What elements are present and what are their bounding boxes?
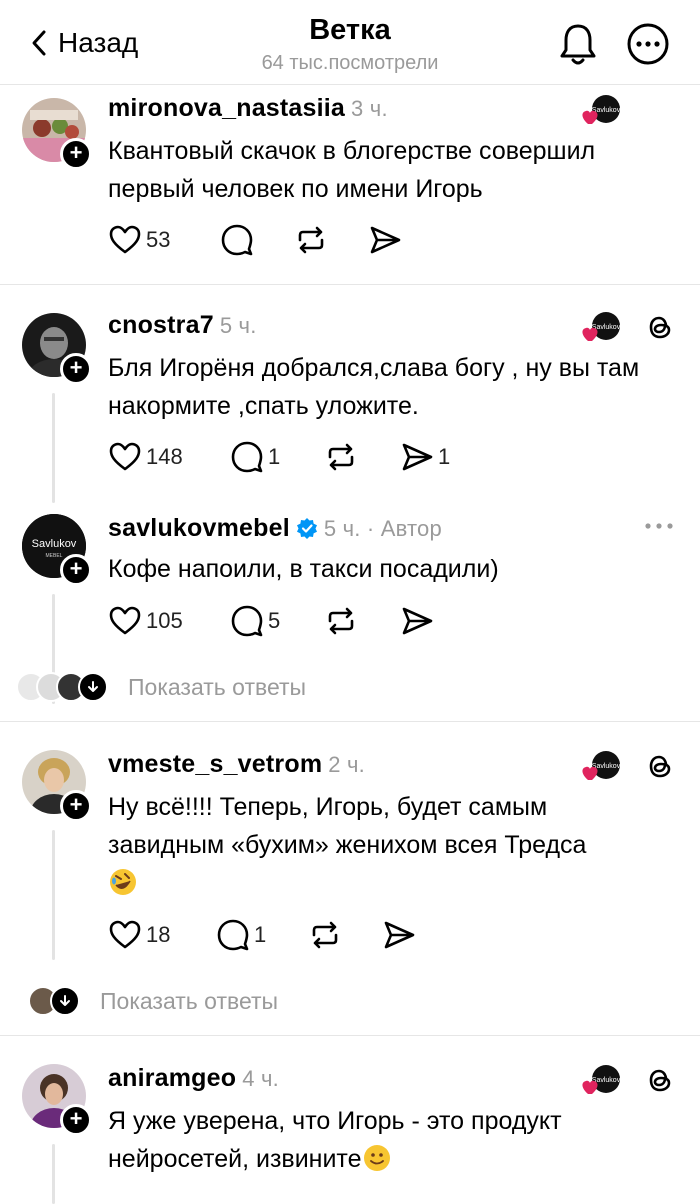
heart-badge-icon: Savlukov bbox=[582, 95, 621, 124]
thread-line bbox=[52, 830, 55, 960]
like-button[interactable]: 18 bbox=[108, 918, 170, 952]
post-aniramgeo: + aniramgeo 4 ч. Savlukov Я уже уверена, … bbox=[0, 1036, 700, 1204]
like-button[interactable]: 53 bbox=[108, 223, 170, 257]
share-button[interactable] bbox=[382, 918, 416, 952]
username[interactable]: savlukovmebel 5 ч. · Автор bbox=[108, 514, 442, 543]
post-savlukovmebel: Savlukov MEBEL + savlukovmebel 5 ч. · Авт… bbox=[0, 500, 700, 720]
username[interactable]: cnostra7 5 ч. bbox=[108, 311, 257, 340]
repost-button[interactable] bbox=[308, 918, 342, 952]
post-time: 5 ч. bbox=[219, 313, 257, 338]
arrow-down-icon bbox=[50, 986, 80, 1016]
share-icon bbox=[384, 921, 415, 949]
avatar-logo-subtext: MEBEL bbox=[46, 553, 63, 559]
reply-button[interactable]: 5 bbox=[230, 604, 280, 638]
post-time: 5 ч. · Автор bbox=[323, 516, 442, 541]
like-count: 18 bbox=[146, 922, 171, 947]
reply-button[interactable]: 1 bbox=[216, 918, 266, 952]
reply-icon bbox=[231, 441, 263, 473]
post-cnostra7: + cnostra7 5 ч. Savlukov Бля Игорёня добр… bbox=[0, 285, 700, 503]
follow-plus-button[interactable]: + bbox=[60, 790, 92, 822]
like-count: 105 bbox=[146, 608, 183, 633]
repost-icon bbox=[328, 443, 354, 471]
reply-count: 1 bbox=[254, 922, 267, 947]
reply-icon bbox=[217, 919, 249, 951]
repost-icon bbox=[298, 226, 324, 254]
username[interactable]: mironova_nastasiia 3 ч. bbox=[108, 94, 388, 123]
more-options-icon[interactable] bbox=[642, 520, 676, 532]
share-button[interactable] bbox=[400, 604, 434, 638]
share-icon bbox=[370, 226, 401, 254]
post-time: 4 ч. bbox=[242, 1066, 279, 1091]
post-vmeste-s-vetrom: + vmeste_s_vetrom 2 ч. Savlukov Ну всё!!!… bbox=[0, 722, 700, 1034]
rofl-emoji-icon bbox=[110, 869, 136, 895]
reply-count: 5 bbox=[268, 608, 281, 633]
threads-icon[interactable] bbox=[644, 750, 676, 782]
like-button[interactable]: 105 bbox=[108, 604, 183, 638]
post-text: Я уже уверена, что Игорь - это продукт н… bbox=[108, 1107, 562, 1173]
heart-badge-icon: Savlukov bbox=[582, 1065, 621, 1094]
heart-icon bbox=[109, 225, 141, 254]
post-mironova: + mironova_nastasiia 3 ч. Savlukov Кванто… bbox=[0, 84, 700, 284]
heart-icon bbox=[109, 920, 141, 949]
threads-icon[interactable] bbox=[644, 1064, 676, 1096]
repost-icon bbox=[328, 607, 354, 635]
follow-plus-button[interactable]: + bbox=[60, 1104, 92, 1136]
avatar-logo-text: Savlukov bbox=[32, 538, 77, 550]
follow-plus-button[interactable]: + bbox=[60, 554, 92, 586]
repost-button[interactable] bbox=[324, 440, 358, 474]
post-text: Кофе напоили, в такси посадили) bbox=[108, 555, 499, 583]
post-text: Ну всё!!!! Теперь, Игорь, будет самым за… bbox=[108, 788, 668, 902]
smile-emoji-icon bbox=[363, 1145, 390, 1171]
reply-button[interactable] bbox=[220, 223, 254, 257]
reply-icon bbox=[221, 224, 253, 256]
more-options-icon[interactable] bbox=[626, 22, 670, 66]
repost-icon bbox=[312, 921, 338, 949]
bell-icon[interactable] bbox=[556, 20, 600, 68]
reply-icon bbox=[231, 605, 263, 637]
show-replies-button[interactable]: Показать ответы bbox=[16, 672, 306, 702]
arrow-down-icon bbox=[78, 672, 108, 702]
post-text: Бля Игорёня добрался,слава богу , ну вы … bbox=[108, 354, 640, 420]
follow-plus-button[interactable]: + bbox=[60, 353, 92, 385]
share-count: 1 bbox=[438, 444, 451, 469]
follow-plus-button[interactable]: + bbox=[60, 138, 92, 170]
share-button[interactable]: 1 bbox=[400, 440, 450, 474]
reply-count: 1 bbox=[268, 444, 281, 469]
threads-icon[interactable] bbox=[644, 311, 676, 343]
post-time: 2 ч. bbox=[328, 752, 365, 777]
share-icon bbox=[402, 607, 433, 635]
post-text: Квантовый скачок в блогерстве совершил п… bbox=[108, 137, 596, 203]
like-count: 148 bbox=[146, 444, 183, 469]
share-icon bbox=[402, 443, 433, 471]
like-button[interactable]: 148 bbox=[108, 440, 183, 474]
like-count: 53 bbox=[146, 227, 171, 252]
heart-badge-icon: Savlukov bbox=[582, 751, 621, 780]
verified-badge-icon bbox=[296, 518, 317, 539]
heart-icon bbox=[109, 606, 141, 635]
show-replies-label: Показать ответы bbox=[100, 987, 279, 1014]
repost-button[interactable] bbox=[294, 223, 328, 257]
show-replies-label: Показать ответы bbox=[128, 673, 307, 700]
top-bar: Назад Ветка 64 тыс.посмотрели bbox=[0, 0, 700, 85]
show-replies-button[interactable]: Показать ответы bbox=[28, 986, 278, 1016]
thread-line bbox=[52, 393, 55, 503]
thread-line bbox=[52, 1144, 55, 1204]
repost-button[interactable] bbox=[324, 604, 358, 638]
post-time: 3 ч. bbox=[351, 96, 388, 121]
username[interactable]: aniramgeo 4 ч. bbox=[108, 1064, 279, 1093]
heart-icon bbox=[109, 442, 141, 471]
username[interactable]: vmeste_s_vetrom 2 ч. bbox=[108, 750, 365, 779]
reply-button[interactable]: 1 bbox=[230, 440, 280, 474]
share-button[interactable] bbox=[368, 223, 402, 257]
heart-badge-icon: Savlukov bbox=[582, 312, 621, 341]
